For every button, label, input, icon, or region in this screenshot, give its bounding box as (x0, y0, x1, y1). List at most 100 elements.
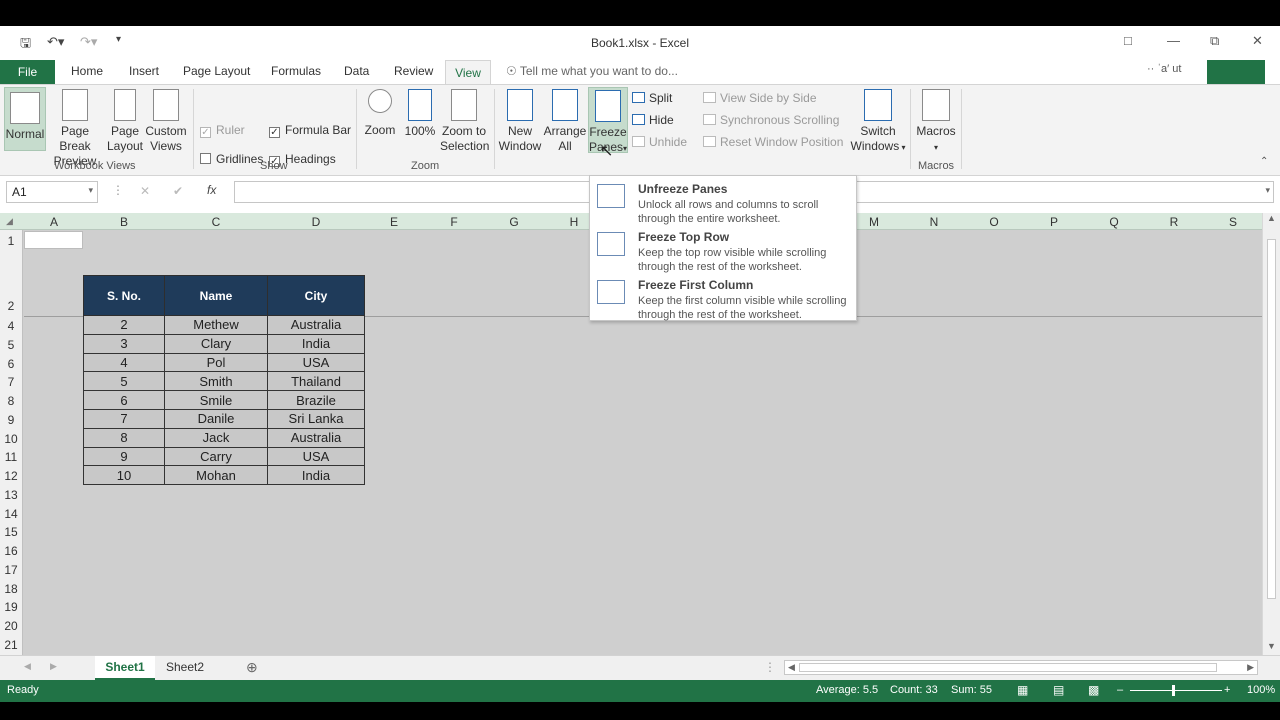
cell-city[interactable]: India (267, 333, 365, 354)
horizontal-scrollbar[interactable]: ◀ ▶ (784, 660, 1258, 675)
row-header[interactable]: 14 (0, 507, 22, 521)
tab-review[interactable]: Review (394, 64, 433, 78)
column-header-f[interactable]: F (424, 215, 484, 229)
row-header[interactable]: 4 (0, 319, 22, 333)
horizontal-scroll-thumb[interactable] (799, 663, 1217, 672)
switch-windows-button[interactable]: Switch Windows ▾ (850, 89, 906, 155)
custom-views-button[interactable]: Custom Views (144, 89, 188, 154)
cell-name[interactable]: Mohan (164, 465, 268, 486)
row-header[interactable]: 18 (0, 582, 22, 596)
scroll-sheets-right-icon[interactable]: ▶ (50, 661, 57, 672)
cell-city[interactable]: India (267, 465, 365, 486)
close-icon[interactable]: ✕ (1252, 33, 1263, 49)
vertical-scrollbar[interactable]: ▲ ▼ (1262, 213, 1280, 655)
page-break-preview-button[interactable]: Page Break Preview (46, 89, 104, 169)
cell-sno[interactable]: 5 (83, 371, 165, 392)
row-header[interactable]: 5 (0, 338, 22, 352)
menu-item-unfreeze-panes[interactable]: Unfreeze Panes Unlock all rows and colum… (590, 178, 856, 226)
row-header[interactable]: 16 (0, 544, 22, 558)
cell-sno[interactable]: 3 (83, 333, 165, 354)
column-header-d[interactable]: D (268, 215, 364, 229)
row-header[interactable]: 21 (0, 638, 22, 652)
header-sno[interactable]: S. No. (83, 275, 165, 316)
tab-page-layout[interactable]: Page Layout (183, 64, 250, 78)
tab-file[interactable]: File (0, 60, 55, 84)
share-button[interactable] (1207, 60, 1265, 84)
page-layout-status-icon[interactable]: ▤ (1053, 683, 1064, 697)
column-header-q[interactable]: Q (1084, 215, 1144, 229)
header-city[interactable]: City (267, 275, 365, 316)
scroll-down-icon[interactable]: ▼ (1267, 641, 1276, 651)
zoom-out-icon[interactable]: – (1117, 684, 1123, 696)
gridlines-checkbox[interactable]: Gridlines (200, 152, 263, 166)
menu-item-freeze-top-row[interactable]: Freeze Top Row Keep the top row visible … (590, 226, 856, 274)
row-header[interactable]: 2 (0, 299, 22, 313)
cell-sno[interactable]: 8 (83, 427, 165, 448)
cell-sno[interactable]: 10 (83, 465, 165, 486)
column-header-r[interactable]: R (1144, 215, 1204, 229)
column-header-n[interactable]: N (904, 215, 964, 229)
new-sheet-icon[interactable]: ⊕ (246, 659, 258, 676)
normal-view-status-icon[interactable]: ▦ (1017, 683, 1028, 697)
column-header-p[interactable]: P (1024, 215, 1084, 229)
row-header[interactable]: 7 (0, 375, 22, 389)
dropdown-arrow-icon[interactable]: ▾ (88, 185, 93, 196)
scroll-sheets-left-icon[interactable]: ◀ (24, 661, 31, 672)
expand-formula-icon[interactable]: ▾ (1265, 185, 1270, 196)
cell-sno[interactable]: 2 (83, 315, 165, 335)
zoom-slider[interactable] (1130, 690, 1222, 691)
row-header[interactable]: 17 (0, 563, 22, 577)
zoom-to-selection-button[interactable]: Zoom to Selection (440, 89, 489, 154)
column-header-b[interactable]: B (84, 215, 164, 229)
user-name[interactable]: ·· ˈa′ ut (1147, 63, 1181, 75)
view-side-by-side-button[interactable]: View Side by Side (703, 91, 817, 105)
cell-city[interactable]: USA (267, 352, 365, 373)
hide-button[interactable]: Hide (632, 113, 674, 127)
reset-window-position-button[interactable]: Reset Window Position (703, 135, 843, 149)
cancel-icon[interactable]: ✕ (140, 184, 150, 198)
cell-name[interactable]: Danile (164, 408, 268, 429)
tab-split-handle-icon[interactable]: ⋮ (764, 660, 776, 674)
row-header[interactable]: 13 (0, 488, 22, 502)
enter-icon[interactable]: ✔ (173, 184, 183, 198)
scroll-thumb[interactable] (1267, 239, 1276, 599)
tab-insert[interactable]: Insert (129, 64, 159, 78)
cell-name[interactable]: Smile (164, 390, 268, 410)
column-header-e[interactable]: E (364, 215, 424, 229)
sheet-tab-sheet2[interactable]: Sheet2 (156, 656, 214, 680)
cell-name[interactable]: Clary (164, 333, 268, 354)
tab-home[interactable]: Home (71, 64, 103, 78)
scroll-up-icon[interactable]: ▲ (1267, 213, 1276, 223)
tab-view[interactable]: View (445, 60, 491, 85)
row-header[interactable]: 9 (0, 413, 22, 427)
cell-sno[interactable]: 4 (83, 352, 165, 373)
cell-city[interactable]: Australia (267, 427, 365, 448)
row-header[interactable]: 19 (0, 600, 22, 614)
collapse-ribbon-icon[interactable]: ⌃ (1260, 156, 1268, 167)
zoom-button[interactable]: Zoom (362, 89, 398, 138)
menu-item-freeze-first-column[interactable]: Freeze First Column Keep the first colum… (590, 274, 856, 322)
synchronous-scrolling-button[interactable]: Synchronous Scrolling (703, 113, 839, 127)
insert-function-icon[interactable]: fx (207, 183, 216, 197)
page-break-status-icon[interactable]: ▩ (1088, 683, 1099, 697)
row-header[interactable]: 20 (0, 619, 22, 633)
scroll-left-icon[interactable]: ◀ (788, 662, 795, 673)
new-window-button[interactable]: New Window (498, 89, 542, 154)
tab-formulas[interactable]: Formulas (271, 64, 321, 78)
name-box[interactable]: A1 ▾ (6, 181, 98, 203)
cell-sno[interactable]: 9 (83, 446, 165, 467)
row-header[interactable]: 11 (0, 450, 22, 464)
cell-name[interactable]: Methew (164, 315, 268, 335)
minimize-icon[interactable]: — (1167, 33, 1180, 48)
tab-data[interactable]: Data (344, 64, 369, 78)
row-header[interactable]: 10 (0, 432, 22, 446)
cell-name[interactable]: Smith (164, 371, 268, 392)
page-layout-view-button[interactable]: Page Layout (106, 89, 144, 154)
restore-icon[interactable]: □ (1124, 33, 1132, 48)
maximize-icon[interactable]: ⧉ (1210, 33, 1219, 49)
unhide-button[interactable]: Unhide (632, 135, 687, 149)
cell-city[interactable]: Sri Lanka (267, 408, 365, 429)
column-header-s[interactable]: S (1204, 215, 1262, 229)
ruler-checkbox[interactable]: ✓ Ruler (200, 123, 245, 138)
cell-sno[interactable]: 6 (83, 390, 165, 410)
